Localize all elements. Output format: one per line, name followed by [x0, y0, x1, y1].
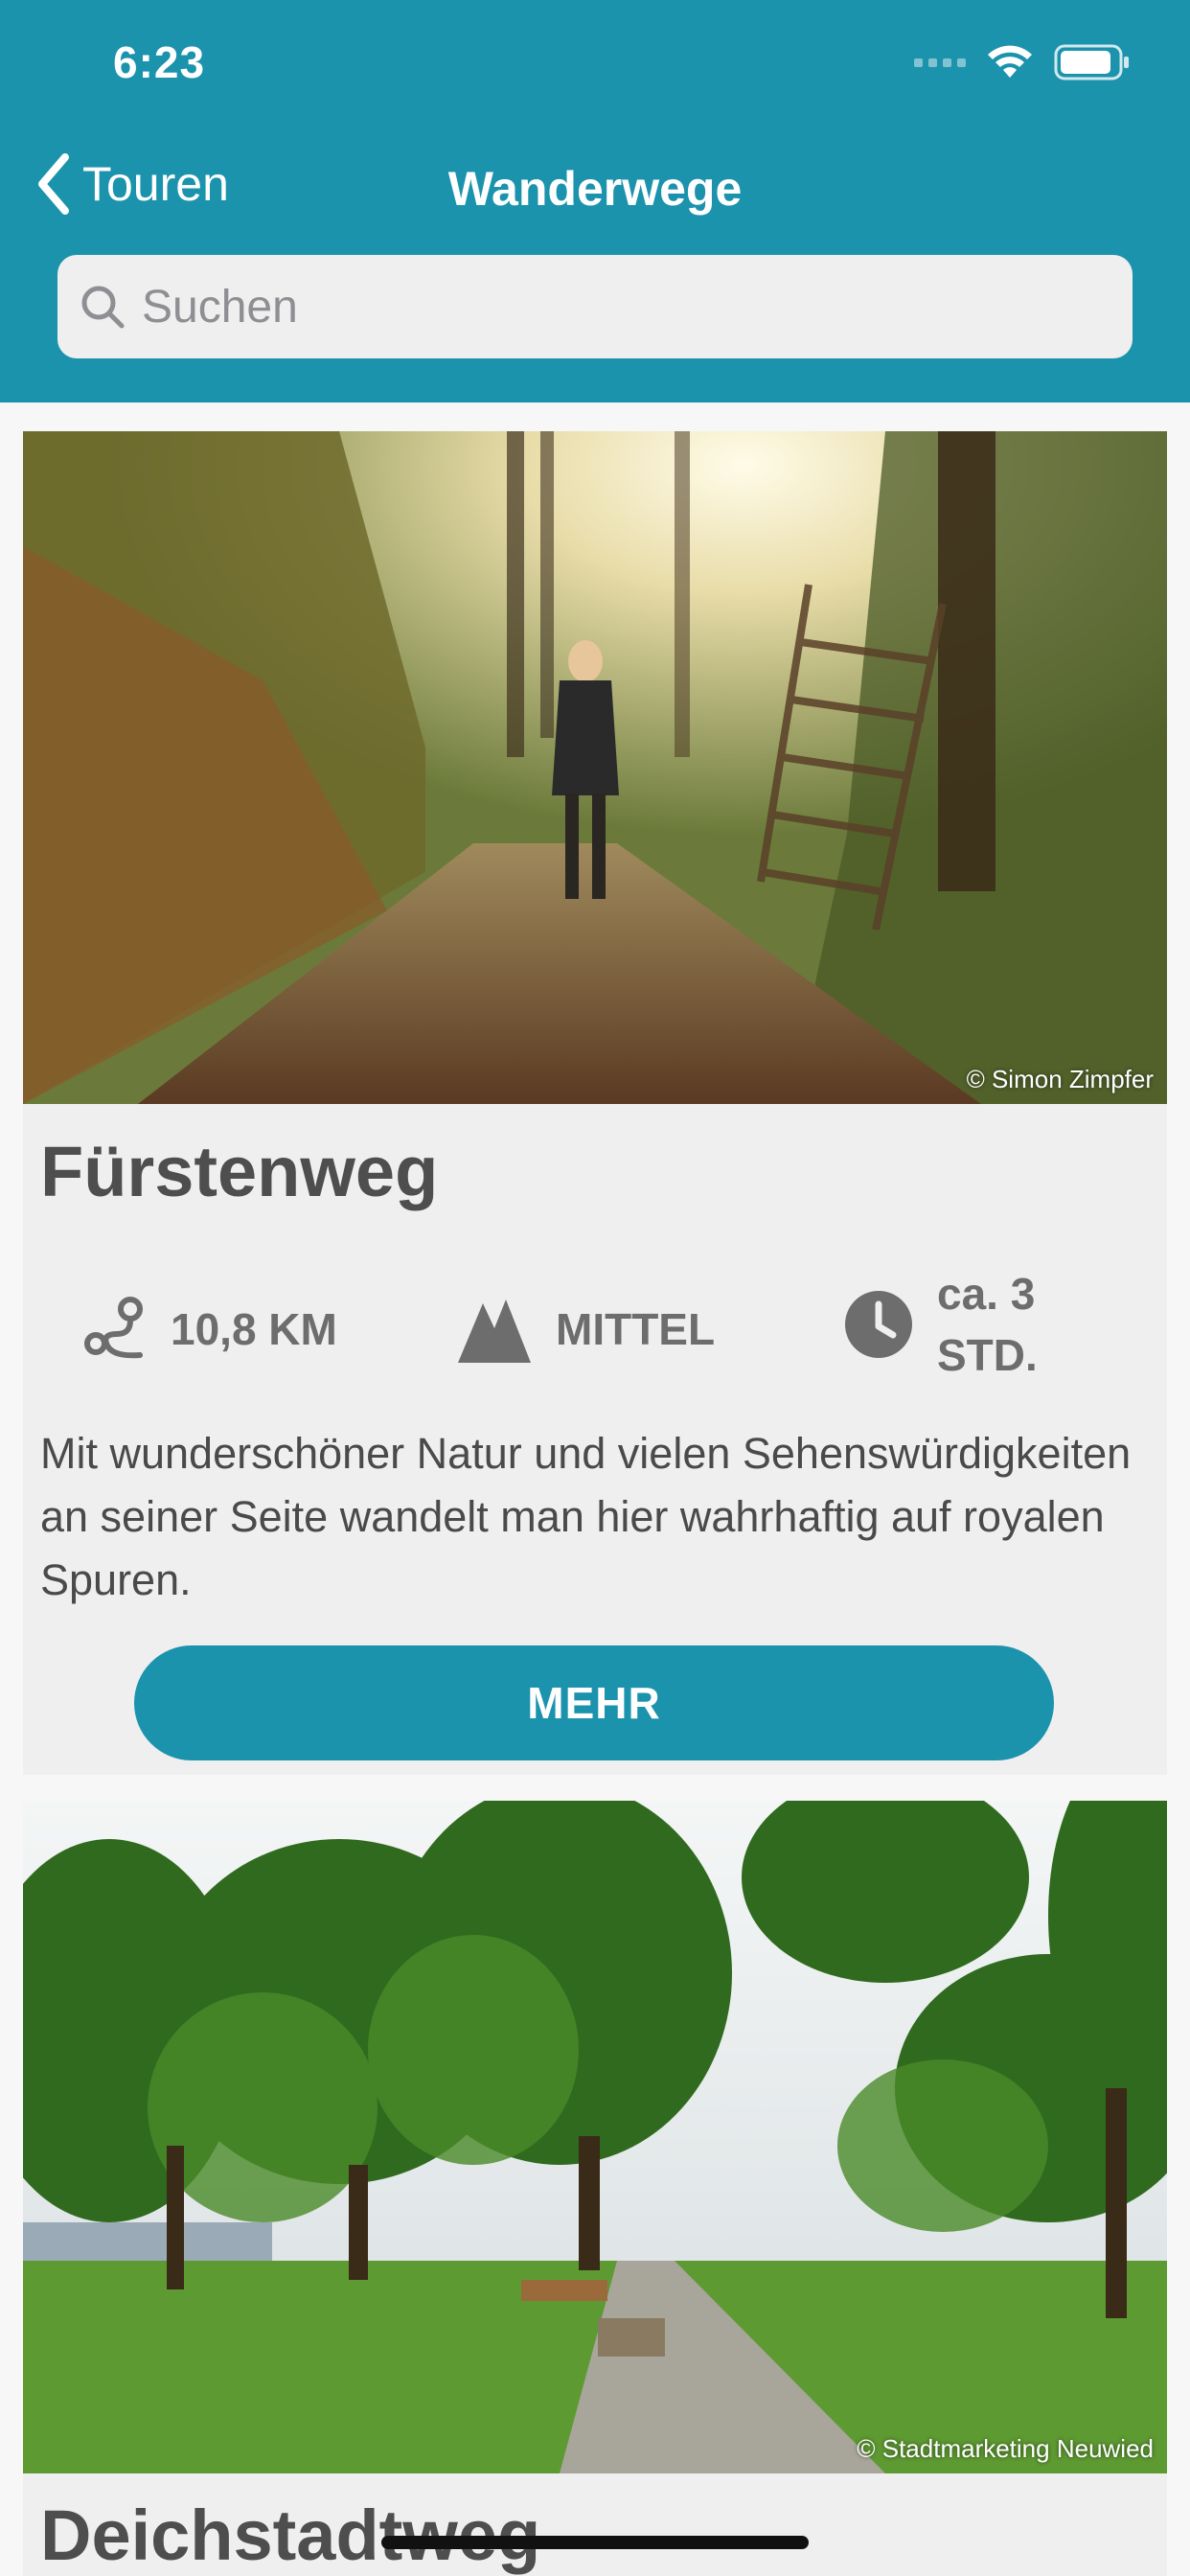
distance-value: 10,8 KM	[171, 1304, 337, 1354]
route-description: Mit wunderschöner Natur und vielen Sehen…	[40, 1429, 1132, 1604]
clock-icon	[845, 1291, 912, 1358]
mountain-icon	[458, 1300, 531, 1363]
wifi-icon	[988, 45, 1032, 78]
status-icons	[914, 44, 1131, 80]
duration-value: ca. 3 STD.	[937, 1263, 1038, 1386]
duration-line-1: ca. 3	[937, 1269, 1036, 1319]
search-input[interactable]	[142, 280, 1004, 334]
app-header: 6:23 Touren Wanderwege	[0, 0, 1190, 402]
route-card[interactable]: © Stadtmarketing Neuwied Deichstadtweg	[23, 1801, 1167, 2576]
duration-fact: ca. 3 STD.	[843, 1263, 1038, 1386]
route-title: Fürstenweg	[40, 1132, 439, 1211]
search-icon	[81, 286, 125, 329]
route-card[interactable]: © Simon Zimpfer Fürstenweg 10,8 KM MITTE…	[23, 431, 1167, 1775]
route-photo: © Stadtmarketing Neuwied	[23, 1801, 1167, 2473]
difficulty-value: MITTEL	[556, 1304, 716, 1354]
more-button[interactable]: MEHR	[134, 1645, 1054, 1760]
battery-icon	[1054, 44, 1129, 80]
search-bar[interactable]	[57, 255, 1133, 358]
route-facts: 10,8 KM MITTEL ca. 3 STD.	[23, 1263, 1167, 1388]
home-indicator	[381, 2536, 809, 2549]
difficulty-fact: MITTEL	[456, 1296, 715, 1363]
status-time: 6:23	[113, 37, 206, 87]
page-title: Wanderwege	[447, 162, 743, 216]
distance-fact: 10,8 KM	[82, 1296, 337, 1363]
route-icon	[84, 1297, 143, 1359]
route-photo: © Simon Zimpfer	[23, 431, 1167, 1104]
duration-line-2: STD.	[937, 1330, 1038, 1380]
photo-credit: © Simon Zimpfer	[966, 1065, 1154, 1093]
photo-credit: © Stadtmarketing Neuwied	[857, 2434, 1154, 2463]
cellular-signal-icon	[914, 58, 966, 67]
